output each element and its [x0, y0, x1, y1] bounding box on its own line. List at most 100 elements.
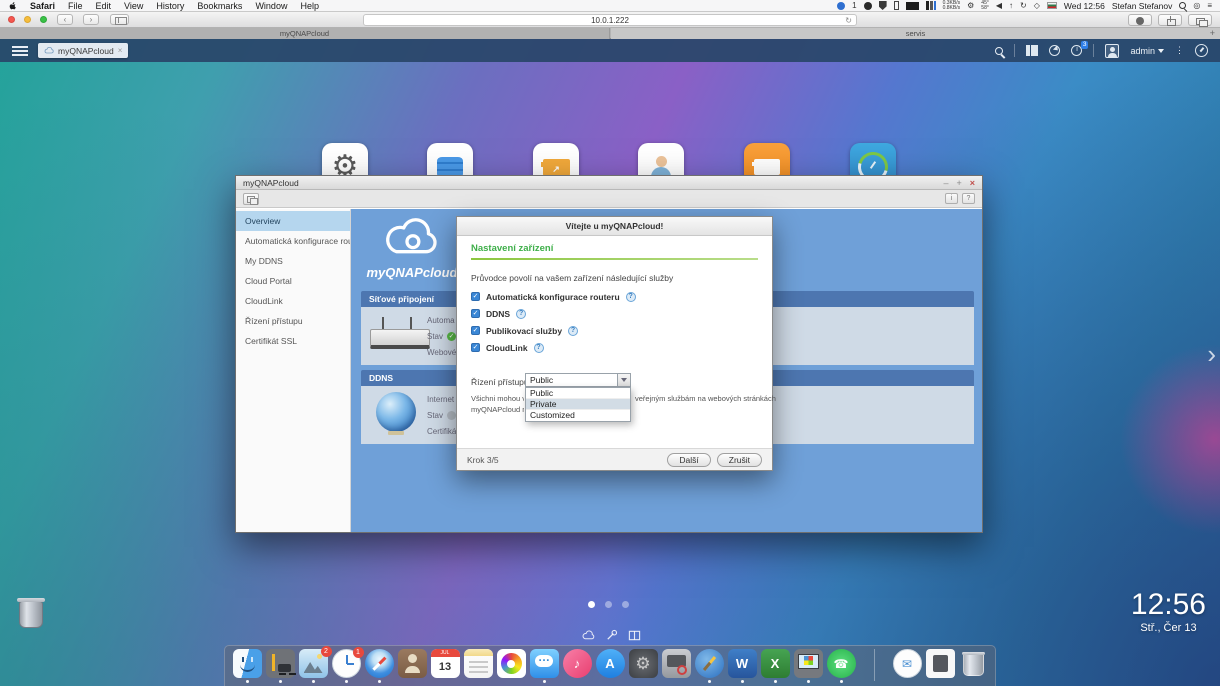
dock-notes[interactable] [463, 649, 493, 686]
menu-edit[interactable]: Edit [96, 1, 112, 11]
more-options-icon[interactable]: ⋮ [1175, 48, 1184, 53]
menu-view[interactable]: View [124, 1, 143, 11]
status-shield-icon[interactable] [879, 1, 887, 10]
dock-document-app[interactable] [925, 649, 955, 686]
dock-word[interactable]: W [727, 649, 757, 686]
sidebar-item-auto-router-config[interactable]: Automatická konfigurace routeru [236, 231, 350, 251]
notifications-icon[interactable]: i3 [1071, 45, 1082, 56]
dock-contacts[interactable] [397, 649, 427, 686]
status-timemachine-icon[interactable]: ↻ [1020, 1, 1027, 11]
help-icon[interactable] [568, 326, 578, 336]
checkbox-checked[interactable] [471, 292, 480, 301]
apple-icon[interactable] [8, 1, 17, 10]
next-page-chevron-icon[interactable]: › [1207, 339, 1216, 370]
back-button[interactable]: ‹ [57, 14, 73, 25]
external-device-icon[interactable] [1049, 45, 1060, 56]
status-meter-icon[interactable] [926, 1, 936, 10]
new-tab-button[interactable]: + [1210, 28, 1215, 38]
pager-dot-3[interactable] [622, 601, 629, 608]
dock-forklift[interactable] [265, 649, 295, 686]
siri-icon[interactable]: ◎ [1193, 1, 1200, 11]
tab-servis[interactable]: servis [611, 28, 1220, 39]
checkbox-checked[interactable] [471, 326, 480, 335]
help-icon[interactable] [534, 343, 544, 353]
option-customized[interactable]: Customized [526, 410, 630, 421]
dock-photos[interactable] [496, 649, 526, 686]
dock-trash[interactable] [958, 649, 988, 686]
menu-file[interactable]: File [68, 1, 83, 11]
dock-messages[interactable] [529, 649, 559, 686]
checkbox-checked[interactable] [471, 343, 480, 352]
tab-myqnapcloud[interactable]: myQNAPcloud [0, 28, 610, 39]
downloads-button[interactable] [1128, 14, 1152, 26]
qnap-app-tab-close-icon[interactable]: × [118, 46, 123, 55]
notification-center-icon[interactable]: ≡ [1207, 1, 1212, 11]
next-button[interactable]: Další [667, 453, 710, 467]
help-button[interactable]: ? [962, 193, 975, 204]
menu-history[interactable]: History [156, 1, 184, 11]
access-control-select[interactable]: Public [525, 373, 631, 387]
select-dropdown-button[interactable] [617, 374, 630, 386]
menu-window[interactable]: Window [255, 1, 287, 11]
sidebar-item-cloudlink[interactable]: CloudLink [236, 291, 350, 311]
background-tasks-icon[interactable] [1026, 45, 1038, 56]
dock-appstore[interactable]: A [595, 649, 625, 686]
dock-disk-health[interactable] [661, 649, 691, 686]
info-button[interactable]: i [945, 193, 958, 204]
sidebar-button[interactable] [110, 14, 129, 25]
address-bar[interactable]: 10.0.1.222 ↻ [363, 14, 857, 26]
menubar-user-name[interactable]: Stefan Stefanov [1112, 1, 1173, 11]
forward-button[interactable]: › [83, 14, 99, 25]
help-icon[interactable] [516, 309, 526, 319]
dock-safari[interactable] [364, 649, 394, 686]
status-app-badge-icon[interactable] [837, 2, 845, 10]
menubar-clock[interactable]: Wed 12:56 [1064, 1, 1105, 11]
help-icon[interactable] [626, 292, 636, 302]
dock-mail-app[interactable] [892, 649, 922, 686]
cascade-windows-button[interactable] [243, 193, 259, 205]
sidebar-item-overview[interactable]: Overview [236, 211, 350, 231]
sidebar-item-access-control[interactable]: Řízení přístupu [236, 311, 350, 331]
checkbox-checked[interactable] [471, 309, 480, 318]
sidebar-item-ssl-certificate[interactable]: Certifikát SSL [236, 331, 350, 351]
dock-whatsapp[interactable] [826, 649, 856, 686]
window-close-button[interactable] [8, 16, 15, 23]
menu-safari[interactable]: Safari [30, 1, 55, 11]
maximize-icon[interactable]: + [956, 177, 961, 189]
status-dot-icon[interactable] [864, 2, 872, 10]
window-zoom-button[interactable] [40, 16, 47, 23]
qnap-app-tab[interactable]: myQNAPcloud × [38, 43, 128, 58]
dock-finder[interactable] [232, 649, 262, 686]
pager-dot-1[interactable] [588, 601, 595, 608]
option-public[interactable]: Public [526, 388, 630, 399]
user-menu[interactable]: admin [1130, 46, 1164, 56]
dock-preview[interactable]: 2 [298, 649, 328, 686]
dock-calendar[interactable]: 13 JUL [430, 649, 460, 686]
status-gear-icon[interactable]: ⚙ [967, 1, 974, 11]
status-temperatures[interactable]: 45°58° [981, 1, 989, 11]
status-airplay-icon[interactable]: ◇ [1034, 1, 1040, 11]
dock-remote-desktop[interactable] [793, 649, 823, 686]
dashboard-icon[interactable] [1195, 44, 1208, 57]
spotlight-icon[interactable] [1179, 2, 1186, 9]
search-icon[interactable] [995, 47, 1003, 55]
option-private[interactable]: Private [526, 399, 630, 410]
dock-system-preferences[interactable] [628, 649, 658, 686]
dock-clock-app[interactable]: 1 [331, 649, 361, 686]
window-minimize-button[interactable] [24, 16, 31, 23]
status-display-icon[interactable] [906, 2, 919, 10]
window-titlebar[interactable]: myQNAPcloud – + × [236, 176, 982, 190]
dock-techtool[interactable] [694, 649, 724, 686]
reload-icon[interactable]: ↻ [845, 15, 852, 26]
cancel-button[interactable]: Zrušit [717, 453, 762, 467]
dock-excel[interactable]: X [760, 649, 790, 686]
dock-separator[interactable] [859, 649, 889, 686]
status-volume-icon[interactable]: ◀ [996, 1, 1002, 11]
recycle-bin-icon[interactable] [16, 597, 46, 633]
user-avatar[interactable] [1105, 44, 1119, 58]
dock-itunes[interactable] [562, 649, 592, 686]
minimize-icon[interactable]: – [943, 177, 948, 189]
menu-bookmarks[interactable]: Bookmarks [197, 1, 242, 11]
status-network-rates[interactable]: 0.3KB/s0.8KB/s [943, 1, 961, 11]
tab-overview-button[interactable] [1188, 14, 1212, 26]
